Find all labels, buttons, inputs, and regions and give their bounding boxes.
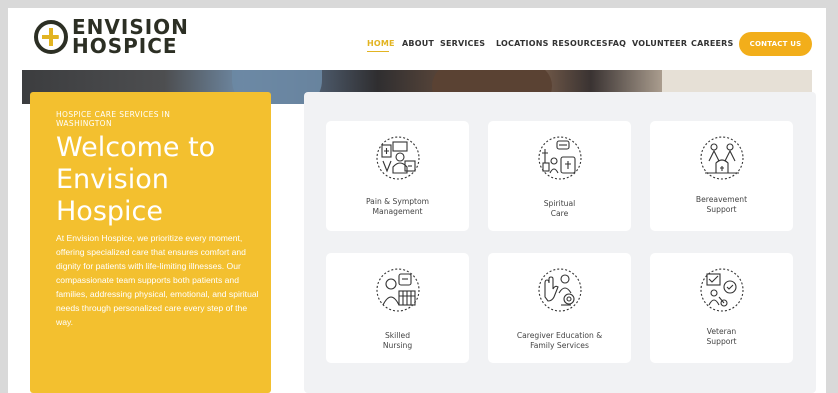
service-card-veteran[interactable]: Veteran Support: [650, 253, 793, 363]
logo-text: ENVISION HOSPICE: [72, 17, 189, 58]
service-label: Skilled Nursing: [332, 331, 463, 350]
caregiver-icon: [537, 268, 582, 312]
nav-locations[interactable]: LOCATIONS: [496, 39, 549, 48]
service-label-line: Support: [706, 336, 737, 346]
service-card-pain[interactable]: Pain & Symptom Management: [326, 121, 469, 231]
skilled-nursing-icon: [375, 268, 420, 312]
nav-careers[interactable]: CAREERS: [691, 39, 733, 48]
hero-title-line: Hospice: [56, 196, 163, 227]
service-label-line: Caregiver Education &: [516, 331, 603, 340]
service-label-line: Spiritual: [543, 199, 576, 208]
hero-title-line: Envision: [56, 164, 169, 195]
service-card-bereavement[interactable]: Bereavement Support: [650, 121, 793, 231]
services-grid: Pain & Symptom Management Spiritual Care: [304, 92, 816, 393]
service-label: Veteran Support: [656, 327, 787, 346]
hero-title-line: Welcome to: [56, 132, 216, 163]
nav-about[interactable]: ABOUT: [402, 39, 434, 48]
welcome-panel: HOSPICE CARE SERVICES IN WASHINGTON Welc…: [30, 92, 271, 393]
nav-resources[interactable]: RESOURCES: [552, 39, 608, 48]
service-label: Spiritual Care: [494, 199, 625, 218]
service-label: Pain & Symptom Management: [332, 197, 463, 216]
hero-eyebrow: HOSPICE CARE SERVICES IN WASHINGTON: [56, 110, 171, 128]
hero-intro: At Envision Hospice, we prioritize every…: [56, 233, 259, 327]
nav-faq[interactable]: FAQ: [608, 39, 626, 48]
hero-title: Welcome to Envision Hospice: [56, 132, 271, 228]
service-card-spiritual[interactable]: Spiritual Care: [488, 121, 631, 231]
service-label-line: Care: [550, 208, 569, 218]
service-label-line: Family Services: [530, 340, 589, 350]
service-label: Caregiver Education & Family Services: [494, 331, 625, 350]
logo[interactable]: ENVISION HOSPICE: [34, 17, 188, 64]
contact-us-button[interactable]: CONTACT US: [739, 32, 812, 56]
service-label-line: Support: [706, 204, 737, 214]
logo-cross-icon: [34, 20, 68, 54]
service-card-caregiver[interactable]: Caregiver Education & Family Services: [488, 253, 631, 363]
service-label-line: Management: [372, 206, 423, 216]
service-label-line: Veteran: [706, 327, 737, 336]
spiritual-care-icon: [537, 136, 582, 180]
logo-line-2: HOSPICE: [72, 34, 178, 58]
service-label-line: Skilled: [384, 331, 411, 340]
nav-active-underline: [367, 51, 389, 52]
pain-symptom-icon: [375, 136, 420, 180]
bereavement-icon: [699, 136, 744, 180]
service-card-nursing[interactable]: Skilled Nursing: [326, 253, 469, 363]
service-label-line: Pain & Symptom: [365, 197, 430, 206]
nav-services[interactable]: SERVICES: [440, 39, 485, 48]
site-header: ENVISION HOSPICE HOME ABOUT SERVICES LOC…: [8, 8, 826, 70]
service-label: Bereavement Support: [656, 195, 787, 214]
veteran-icon: [699, 268, 744, 312]
service-label-line: Bereavement: [695, 195, 748, 204]
nav-volunteer[interactable]: VOLUNTEER: [632, 39, 687, 48]
nav-home[interactable]: HOME: [367, 39, 395, 48]
service-label-line: Nursing: [382, 340, 413, 350]
page: ENVISION HOSPICE HOME ABOUT SERVICES LOC…: [8, 8, 826, 393]
